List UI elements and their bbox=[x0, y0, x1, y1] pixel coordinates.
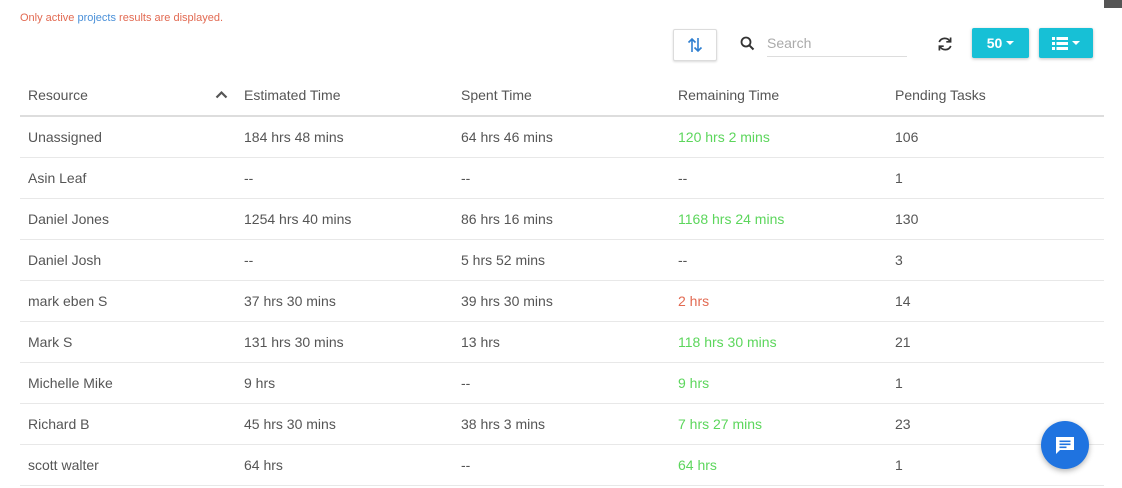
chat-button[interactable] bbox=[1041, 421, 1089, 469]
cell-pending-tasks: 14 bbox=[887, 280, 1104, 322]
cell-resource: Unassigned bbox=[20, 116, 236, 158]
columns-dropdown[interactable] bbox=[1039, 28, 1093, 58]
cell-spent-time: -- bbox=[453, 157, 670, 199]
cell-pending-tasks: 1 bbox=[887, 157, 1104, 199]
window-corner bbox=[1104, 0, 1122, 8]
cell-spent-time: 5 hrs 52 mins bbox=[453, 239, 670, 281]
table-row[interactable]: Richard B 45 hrs 30 mins 38 hrs 3 mins 7 hr… bbox=[20, 403, 1104, 445]
table-row[interactable]: Daniel Josh -- 5 hrs 52 mins -- 3 bbox=[20, 239, 1104, 281]
cell-resource: Michelle Mike bbox=[20, 362, 236, 404]
cell-spent-time: 86 hrs 16 mins bbox=[453, 198, 670, 240]
cell-estimated-time: 131 hrs 30 mins bbox=[236, 321, 453, 363]
notice-suffix: results are displayed. bbox=[116, 12, 223, 24]
cell-estimated-time: -- bbox=[236, 157, 453, 199]
header-label: Estimated Time bbox=[244, 86, 341, 103]
cell-resource: Richard B bbox=[20, 403, 236, 445]
table-row[interactable]: Daniel Jones 1254 hrs 40 mins 86 hrs 16 mi… bbox=[20, 198, 1104, 240]
cell-resource: Daniel Josh bbox=[20, 239, 236, 281]
cell-spent-time: 38 hrs 3 mins bbox=[453, 403, 670, 445]
sort-toggle-button[interactable] bbox=[673, 29, 717, 61]
header-label: Resource bbox=[28, 86, 88, 103]
table-row[interactable]: Michelle Mike 9 hrs -- 9 hrs 1 bbox=[20, 362, 1104, 404]
header-label: Remaining Time bbox=[678, 86, 780, 103]
cell-estimated-time: 1254 hrs 40 mins bbox=[236, 198, 453, 240]
cell-resource: Mark S bbox=[20, 321, 236, 363]
cell-pending-tasks: 106 bbox=[887, 116, 1104, 158]
cell-remaining-time: -- bbox=[670, 157, 887, 199]
chat-icon bbox=[1056, 437, 1074, 454]
chevron-down-icon bbox=[1072, 41, 1080, 45]
cell-resource: Asin Leaf bbox=[20, 157, 236, 199]
cell-estimated-time: 9 hrs bbox=[236, 362, 453, 404]
header-resource[interactable]: Resource bbox=[20, 74, 236, 117]
refresh-button[interactable] bbox=[936, 35, 954, 58]
header-label: Spent Time bbox=[461, 86, 532, 103]
cell-remaining-time: 7 hrs 27 mins bbox=[670, 403, 887, 445]
cell-spent-time: 64 hrs 46 mins bbox=[453, 116, 670, 158]
cell-pending-tasks: 21 bbox=[887, 321, 1104, 363]
resource-time-table: Resource Estimated Time Spent Time Remai… bbox=[20, 74, 1104, 486]
cell-estimated-time: 64 hrs bbox=[236, 444, 453, 486]
table-row[interactable]: Mark S 131 hrs 30 mins 13 hrs 118 hrs 30 mi… bbox=[20, 321, 1104, 363]
header-estimated-time[interactable]: Estimated Time bbox=[236, 74, 453, 117]
table-body: Unassigned 184 hrs 48 mins 64 hrs 46 mins 1… bbox=[20, 116, 1104, 486]
cell-spent-time: 13 hrs bbox=[453, 321, 670, 363]
cell-remaining-time: 64 hrs bbox=[670, 444, 887, 486]
page-size-dropdown[interactable]: 50 bbox=[972, 28, 1029, 58]
cell-estimated-time: 37 hrs 30 mins bbox=[236, 280, 453, 322]
search-box bbox=[740, 30, 910, 58]
active-projects-notice: Only active projects results are display… bbox=[20, 12, 223, 24]
cell-pending-tasks: 130 bbox=[887, 198, 1104, 240]
sort-toggle-icon bbox=[687, 37, 703, 53]
cell-remaining-time: 1168 hrs 24 mins bbox=[670, 198, 887, 240]
cell-spent-time: -- bbox=[453, 362, 670, 404]
cell-remaining-time: 2 hrs bbox=[670, 280, 887, 322]
table-row[interactable]: scott walter 64 hrs -- 64 hrs 1 bbox=[20, 444, 1104, 486]
page-size-value: 50 bbox=[986, 35, 1003, 51]
cell-estimated-time: 184 hrs 48 mins bbox=[236, 116, 453, 158]
cell-estimated-time: 45 hrs 30 mins bbox=[236, 403, 453, 445]
notice-prefix: Only active bbox=[20, 12, 78, 24]
cell-resource: mark eben S bbox=[20, 280, 236, 322]
cell-pending-tasks: 1 bbox=[887, 362, 1104, 404]
cell-resource: scott walter bbox=[20, 444, 236, 486]
header-pending-tasks[interactable]: Pending Tasks bbox=[887, 74, 1104, 117]
cell-resource: Daniel Jones bbox=[20, 198, 236, 240]
columns-list-icon bbox=[1052, 36, 1068, 50]
cell-spent-time: -- bbox=[453, 444, 670, 486]
chevron-down-icon bbox=[1006, 41, 1015, 45]
table-row[interactable]: Asin Leaf -- -- -- 1 bbox=[20, 157, 1104, 199]
sort-asc-icon[interactable] bbox=[215, 90, 228, 99]
refresh-icon bbox=[938, 37, 952, 51]
header-remaining-time[interactable]: Remaining Time bbox=[670, 74, 887, 117]
projects-link[interactable]: projects bbox=[77, 12, 116, 24]
cell-spent-time: 39 hrs 30 mins bbox=[453, 280, 670, 322]
header-label: Pending Tasks bbox=[895, 86, 986, 103]
search-icon bbox=[740, 36, 755, 51]
table-row[interactable]: mark eben S 37 hrs 30 mins 39 hrs 30 mins 2… bbox=[20, 280, 1104, 322]
cell-remaining-time: 9 hrs bbox=[670, 362, 887, 404]
table-header-row: Resource Estimated Time Spent Time Remai… bbox=[20, 74, 1104, 117]
cell-remaining-time: -- bbox=[670, 239, 887, 281]
search-input[interactable] bbox=[767, 30, 907, 57]
header-spent-time[interactable]: Spent Time bbox=[453, 74, 670, 117]
cell-estimated-time: -- bbox=[236, 239, 453, 281]
cell-remaining-time: 120 hrs 2 mins bbox=[670, 116, 887, 158]
table-row[interactable]: Unassigned 184 hrs 48 mins 64 hrs 46 mins 1… bbox=[20, 116, 1104, 158]
cell-pending-tasks: 3 bbox=[887, 239, 1104, 281]
cell-remaining-time: 118 hrs 30 mins bbox=[670, 321, 887, 363]
